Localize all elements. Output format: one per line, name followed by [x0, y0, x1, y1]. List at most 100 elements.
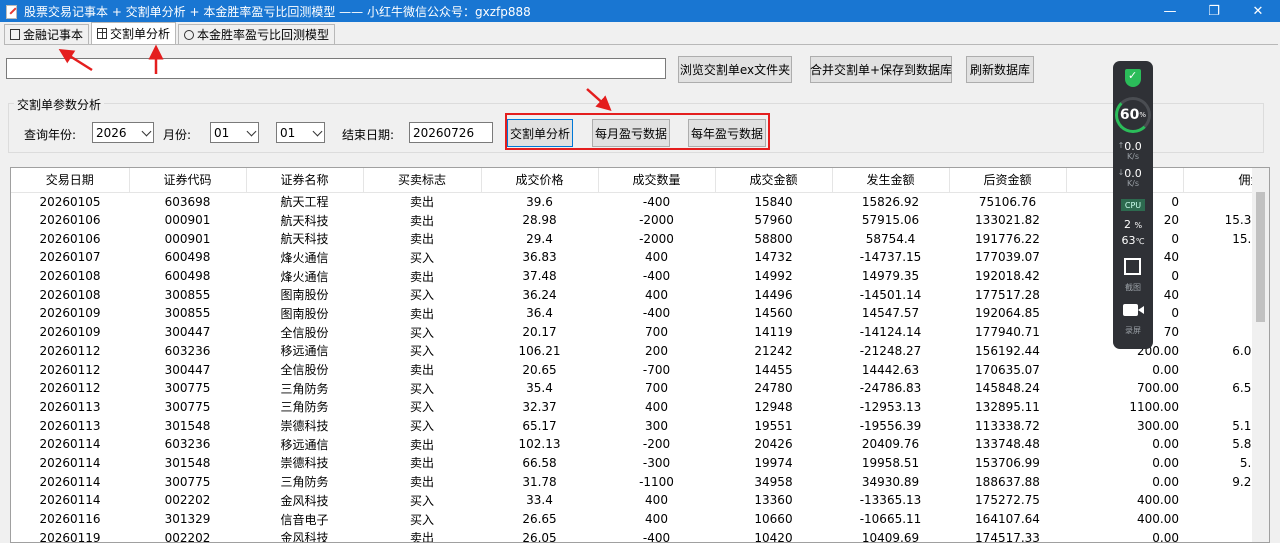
table-cell: 36.83 [522, 250, 557, 265]
table-cell: 14119 [754, 325, 793, 340]
column-header[interactable]: 证券代码 [129, 168, 247, 193]
table-cell: 6.58 [1232, 381, 1259, 396]
table-row[interactable]: 20260105 603698 航天工程 卖出 39.6 -400 15840 15826.9… [11, 192, 1263, 211]
table-cell: 002202 [164, 530, 211, 543]
table-row[interactable]: 20260108 300855 图南股份 买入 36.24 400 14496 -14501.… [11, 285, 1263, 304]
column-header[interactable]: 佣金 [1183, 168, 1264, 193]
table-cell: 20260112 [39, 362, 101, 377]
record-icon[interactable] [1123, 304, 1144, 316]
cpu-temperature: 63℃ [1121, 234, 1145, 247]
table-row[interactable]: 20260113 300775 三角防务 买入 32.37 400 12948 -12953.… [11, 398, 1263, 417]
table-cell: 全信股份 [280, 325, 329, 340]
table-row[interactable]: 20260113 301548 崇德科技 买入 65.17 300 19551 -19556.… [11, 416, 1263, 435]
notebook-icon [10, 29, 20, 40]
tab-backtest-model[interactable]: 本金胜率盈亏比回测模型 [178, 24, 336, 44]
year-select[interactable]: 2026 [92, 122, 154, 143]
table-row[interactable]: 20260112 300775 三角防务 买入 35.4 700 24780 -24786.8… [11, 379, 1263, 398]
table-cell: 33.4 [526, 493, 553, 508]
month-from-select[interactable]: 01 [210, 122, 259, 143]
trade-table[interactable]: 交易日期证券代码证券名称买卖标志成交价格成交数量成交金额发生金额后资金额后佣金 … [10, 167, 1270, 543]
table-row[interactable]: 20260116 301329 信音电子 买入 26.65 400 10660 -10665.… [11, 510, 1263, 529]
column-header[interactable]: 交易日期 [11, 168, 130, 193]
table-cell: 20260105 [39, 194, 101, 209]
browse-folder-button[interactable]: 浏览交割单ex文件夹 [678, 56, 792, 83]
table-cell: 15.38 [1224, 213, 1259, 228]
table-cell: 10409.69 [861, 530, 920, 543]
chevron-down-icon [246, 126, 257, 137]
table-row[interactable]: 20260107 600498 烽火通信 买入 36.83 400 14732 -14737.… [11, 248, 1263, 267]
chevron-down-icon [312, 126, 323, 137]
table-row[interactable]: 20260106 000901 航天科技 卖出 29.4 -2000 58800 58754.… [11, 229, 1263, 248]
screenshot-label[interactable]: 截图 [1113, 282, 1153, 293]
restore-button[interactable]: ❐ [1192, 0, 1236, 22]
table-cell: 153706.99 [975, 455, 1040, 470]
table-cell: 300855 [164, 287, 211, 302]
table-cell: 航天科技 [280, 232, 329, 247]
table-row[interactable]: 20260106 000901 航天科技 卖出 28.98 -2000 57960 57915… [11, 211, 1263, 230]
column-header[interactable]: 买卖标志 [363, 168, 482, 193]
minimize-button[interactable]: — [1148, 0, 1192, 22]
table-row[interactable]: 20260114 603236 移远通信 卖出 102.13 -200 20426 20409… [11, 435, 1263, 454]
vertical-scrollbar[interactable] [1252, 168, 1269, 542]
monthly-pnl-button[interactable]: 每月盈亏数据 [592, 119, 670, 147]
table-cell: 航天科技 [280, 213, 329, 228]
table-cell: 20260119 [39, 530, 101, 543]
table-row[interactable]: 20260114 002202 金风科技 买入 33.4 400 13360 -13365.1… [11, 491, 1263, 510]
table-row[interactable]: 20260109 300855 图南股份 卖出 36.4 -400 14560 14547.5… [11, 304, 1263, 323]
column-header[interactable]: 成交数量 [598, 168, 716, 193]
folder-path-input[interactable] [6, 58, 666, 79]
tab-label: 金融记事本 [23, 28, 84, 42]
shield-icon[interactable] [1125, 69, 1141, 87]
end-date-input[interactable]: 20260726 [409, 122, 493, 143]
table-cell: 192018.42 [975, 269, 1040, 284]
table-cell: 0.00 [1152, 437, 1179, 452]
table-cell: 57960 [754, 213, 793, 228]
table-cell: 14496 [754, 287, 793, 302]
table-cell: 36.4 [526, 306, 553, 321]
record-label[interactable]: 录屏 [1113, 325, 1153, 336]
scrollbar-thumb[interactable] [1256, 192, 1265, 322]
tab-notebook[interactable]: 金融记事本 [4, 24, 90, 44]
close-button[interactable]: ✕ [1236, 0, 1280, 22]
table-row[interactable]: 20260114 300775 三角防务 卖出 31.78 -1100 34958 34930… [11, 472, 1263, 491]
table-row[interactable]: 20260109 300447 全信股份 买入 20.17 700 14119 -14124.… [11, 323, 1263, 342]
table-cell: 信音电子 [280, 512, 329, 527]
yearly-pnl-button[interactable]: 每年盈亏数据 [688, 119, 766, 147]
column-header[interactable]: 发生金额 [832, 168, 950, 193]
table-cell: 20260107 [39, 250, 101, 265]
table-cell: 28.98 [522, 213, 557, 228]
table-cell: 700.00 [1137, 381, 1179, 396]
table-cell: 烽火通信 [280, 250, 329, 265]
table-cell: 300.00 [1137, 418, 1179, 433]
table-cell: 400.00 [1137, 512, 1179, 527]
refresh-db-button[interactable]: 刷新数据库 [966, 56, 1034, 83]
month-to-select[interactable]: 01 [276, 122, 325, 143]
column-header[interactable]: 证券名称 [246, 168, 364, 193]
table-row[interactable]: 20260112 603236 移远通信 买入 106.21 200 21242 -21248… [11, 342, 1263, 361]
table-cell: 19958.51 [861, 455, 920, 470]
analyze-button[interactable]: 交割单分析 [507, 119, 573, 147]
column-header[interactable]: 后资金额 [949, 168, 1067, 193]
tab-statement-analysis[interactable]: 交割单分析 [91, 22, 177, 44]
table-cell: 5 [1183, 491, 1263, 510]
table-cell: 卖出 [409, 195, 434, 210]
table-cell: 5.3 [1239, 455, 1259, 470]
table-row[interactable]: 20260112 300447 全信股份 卖出 20.65 -700 14455 14442.… [11, 360, 1263, 379]
table-cell: 三角防务 [280, 400, 329, 415]
table-cell: 20.65 [522, 362, 557, 377]
table-cell: 113338.72 [975, 418, 1040, 433]
table-row[interactable]: 20260108 600498 烽火通信 卖出 37.48 -400 14992 14979.… [11, 267, 1263, 286]
table-cell: 14442.63 [861, 362, 920, 377]
merge-save-button[interactable]: 合并交割单+保存到数据库 [810, 56, 952, 83]
table-cell: 26.05 [522, 530, 557, 543]
table-cell: 20260109 [39, 306, 101, 321]
column-header[interactable]: 成交价格 [481, 168, 599, 193]
table-row[interactable]: 20260119 002202 金风科技 卖出 26.05 -400 10420 10409.… [11, 528, 1263, 543]
screenshot-icon[interactable] [1124, 258, 1141, 275]
system-monitor-widget[interactable]: 60% ↑ 0.0 K/s ↓ 0.0 K/s CPU 2 % 63℃ 截图 录… [1113, 61, 1153, 349]
table-cell: 烽火通信 [280, 269, 329, 284]
table-cell: 12948 [754, 399, 793, 414]
column-header[interactable]: 成交金额 [715, 168, 833, 193]
table-row[interactable]: 20260114 301548 崇德科技 卖出 66.58 -300 19974 19958.… [11, 454, 1263, 473]
table-cell: 14560 [754, 306, 793, 321]
